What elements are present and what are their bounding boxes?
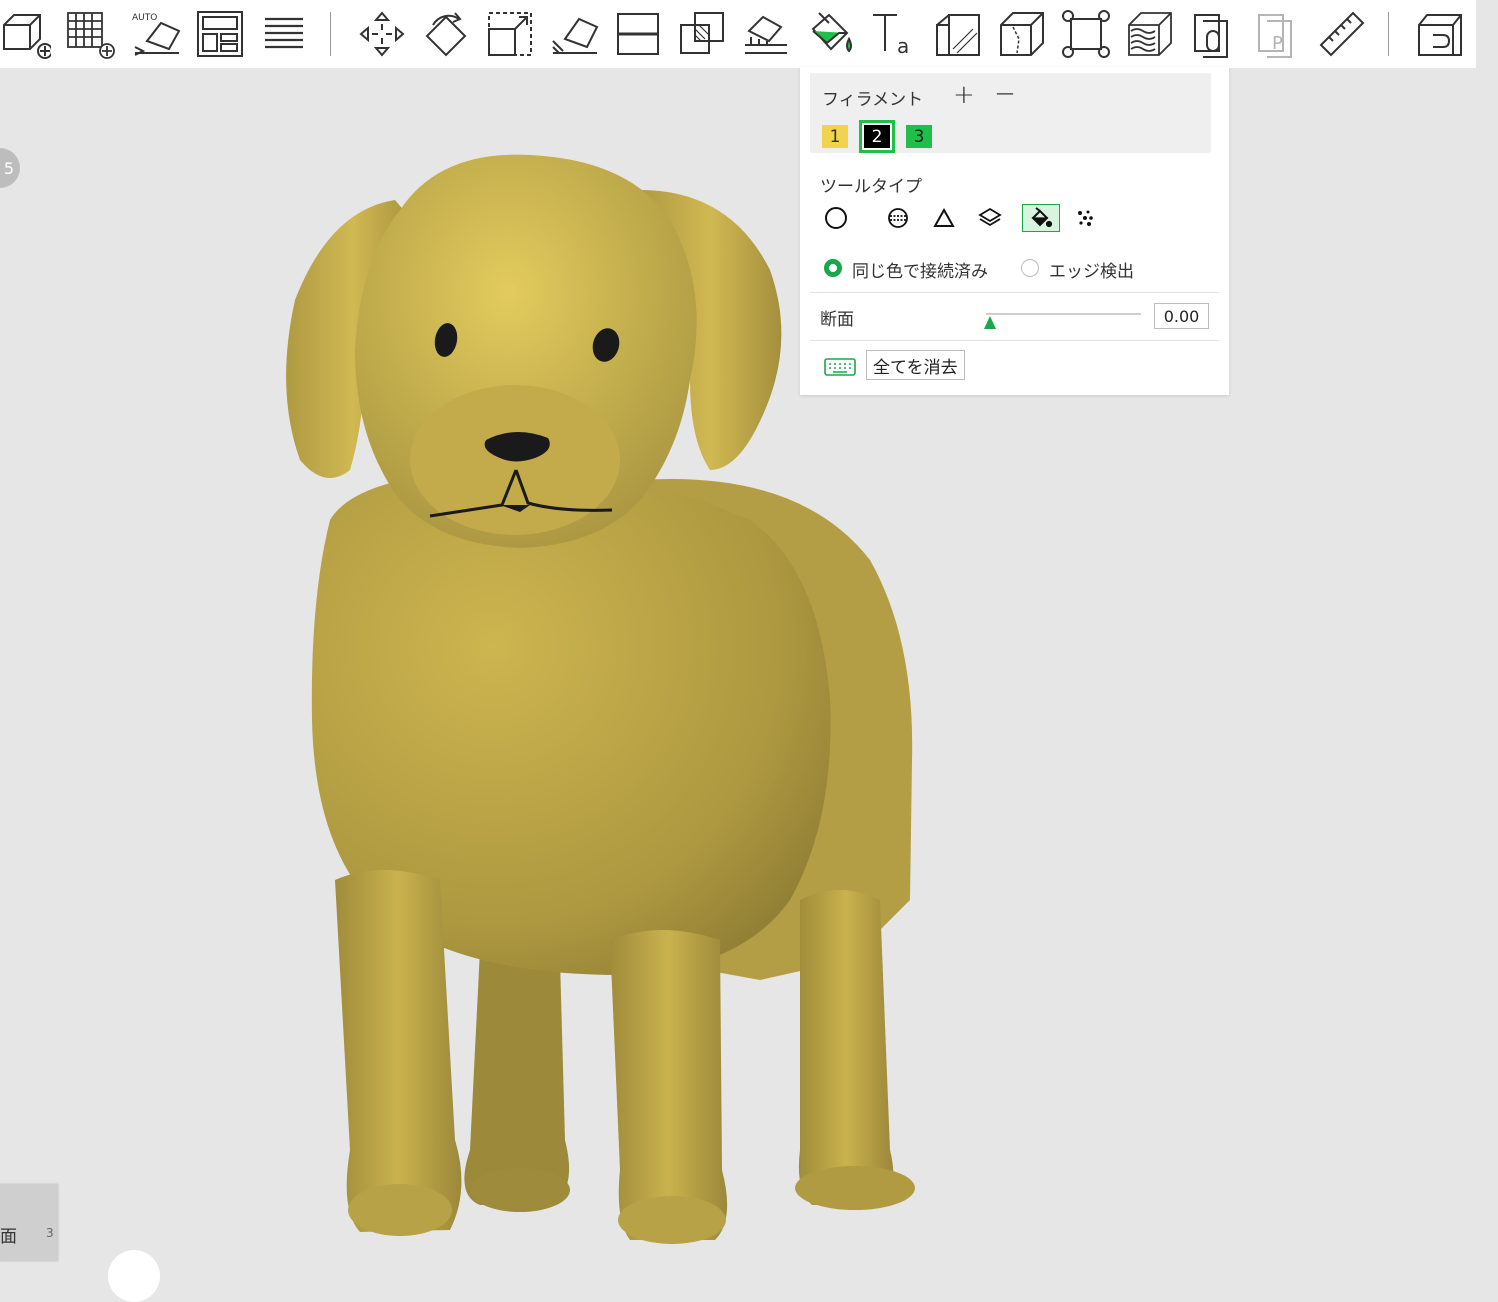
seam-icon[interactable] bbox=[996, 8, 1048, 60]
sphere-tool-icon[interactable] bbox=[880, 203, 916, 233]
gap-fill-tool-icon[interactable] bbox=[1068, 203, 1104, 233]
placeholder-icon: P bbox=[1252, 8, 1304, 60]
bottom-circle-button[interactable] bbox=[108, 1250, 160, 1302]
fill-tool-icon[interactable] bbox=[1022, 204, 1060, 232]
arrange-icon[interactable] bbox=[194, 8, 246, 60]
cut-icon[interactable] bbox=[612, 8, 664, 60]
emboss-icon[interactable] bbox=[932, 8, 984, 60]
filament-swatch-1[interactable]: 1 bbox=[822, 125, 848, 148]
connected-same-color-label: 同じ色で接続済み bbox=[852, 262, 988, 282]
assembly-icon[interactable] bbox=[1188, 8, 1240, 60]
filament-swatch-3[interactable]: 3 bbox=[906, 125, 932, 148]
filament-section: フィラメント + — 1 2 3 bbox=[810, 73, 1211, 153]
bottom-tab-label: 面 bbox=[0, 1227, 17, 1247]
move-icon[interactable] bbox=[356, 8, 408, 60]
boolean-icon[interactable] bbox=[676, 8, 728, 60]
divider bbox=[810, 292, 1219, 293]
auto-orient-icon[interactable]: AUTO bbox=[130, 8, 182, 60]
text-icon[interactable]: a bbox=[868, 8, 920, 60]
toolbar-divider bbox=[330, 12, 331, 56]
bottom-left-tab[interactable]: 面 3 bbox=[0, 1184, 58, 1261]
divider bbox=[810, 340, 1219, 341]
tool-type-label: ツールタイプ bbox=[820, 177, 922, 197]
lay-on-face-icon[interactable] bbox=[548, 8, 600, 60]
add-object-icon[interactable] bbox=[0, 8, 52, 60]
dog-model[interactable] bbox=[0, 68, 1498, 1261]
toolbar-divider bbox=[1388, 12, 1389, 56]
section-slider-track[interactable] bbox=[986, 313, 1141, 315]
clear-all-button[interactable]: 全てを消去 bbox=[866, 350, 965, 380]
triangle-tool-icon[interactable] bbox=[926, 203, 962, 233]
scale-icon[interactable] bbox=[484, 8, 536, 60]
3d-viewport[interactable]: 5 bbox=[0, 68, 1498, 1261]
circle-tool-icon[interactable] bbox=[818, 203, 854, 233]
filament-label: フィラメント bbox=[822, 90, 924, 110]
assembly-view-icon[interactable] bbox=[1414, 8, 1466, 60]
dog-back-leg-right bbox=[798, 890, 894, 1205]
section-slider-thumb[interactable] bbox=[984, 316, 996, 329]
top-toolbar: AUTO a P bbox=[0, 0, 1476, 68]
height-range-tool-icon[interactable] bbox=[972, 203, 1008, 233]
dog-front-leg-left bbox=[335, 870, 462, 1232]
fuzzy-skin-icon[interactable] bbox=[1060, 8, 1112, 60]
edge-detection-radio[interactable] bbox=[1021, 259, 1039, 277]
svg-text:P: P bbox=[1272, 33, 1283, 54]
add-filament-button[interactable]: + bbox=[953, 80, 975, 110]
color-paint-panel: フィラメント + — 1 2 3 ツールタイプ 同じ色で接続済み エッジ検出 断… bbox=[800, 67, 1229, 395]
section-value-input[interactable]: 0.00 bbox=[1154, 303, 1209, 329]
layers-icon[interactable] bbox=[258, 8, 310, 60]
support-paint-icon[interactable] bbox=[740, 8, 792, 60]
keyboard-icon[interactable] bbox=[824, 357, 856, 377]
section-label: 断面 bbox=[820, 310, 854, 330]
color-paint-icon[interactable] bbox=[804, 8, 856, 60]
bottom-tab-label-2: 3 bbox=[46, 1226, 54, 1240]
dog-front-leg-right bbox=[610, 930, 728, 1240]
connected-same-color-radio[interactable] bbox=[824, 259, 842, 277]
dog-back-leg-left bbox=[464, 946, 570, 1205]
svg-text:a: a bbox=[897, 34, 909, 58]
svg-text:AUTO: AUTO bbox=[132, 13, 157, 23]
variable-layer-height-icon[interactable] bbox=[1124, 8, 1176, 60]
remove-filament-button[interactable]: — bbox=[996, 83, 1014, 104]
add-plate-icon[interactable] bbox=[64, 8, 116, 60]
filament-swatch-2[interactable]: 2 bbox=[859, 120, 895, 153]
edge-detection-label: エッジ検出 bbox=[1049, 262, 1134, 282]
rotate-icon[interactable] bbox=[420, 8, 472, 60]
measure-icon[interactable] bbox=[1316, 8, 1368, 60]
